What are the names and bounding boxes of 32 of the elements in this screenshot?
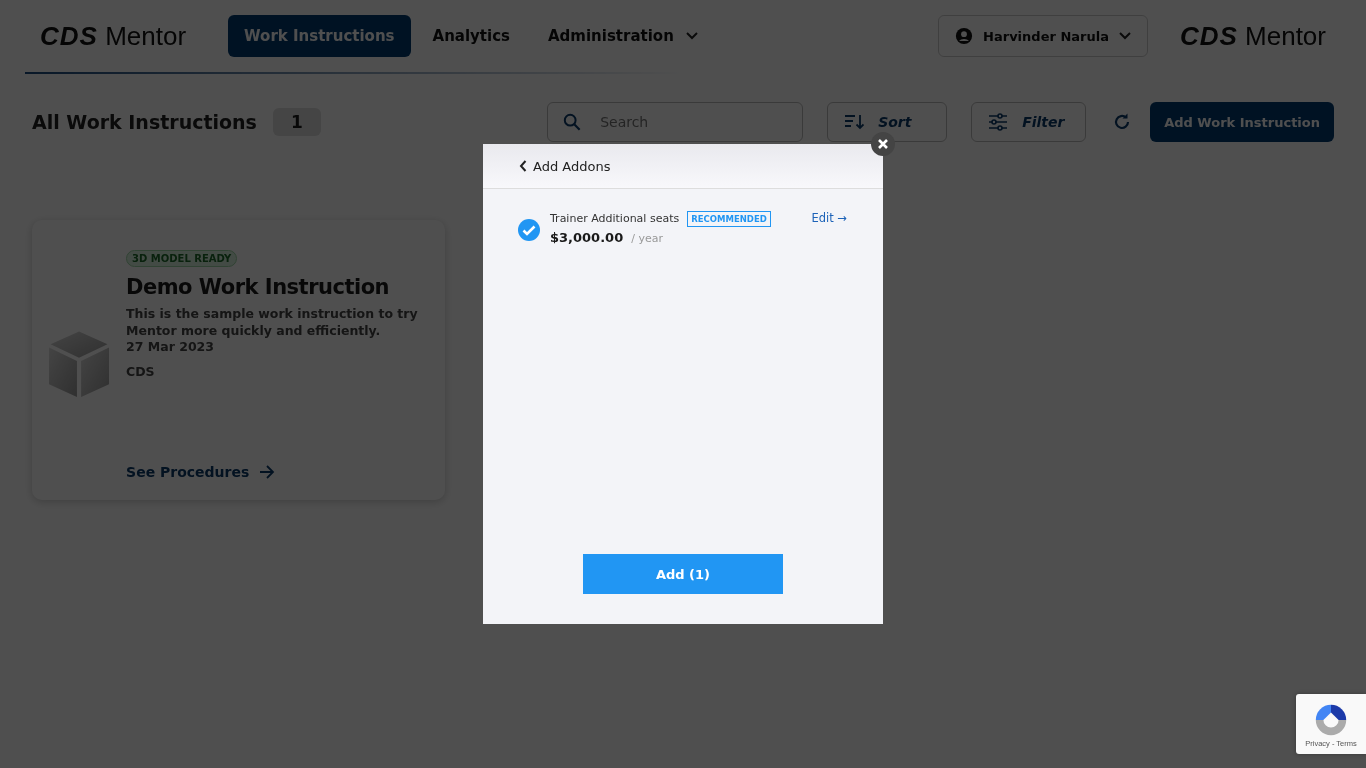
close-icon <box>877 138 889 150</box>
checkbox[interactable] <box>517 218 541 242</box>
edit-link[interactable]: Edit → <box>811 211 847 225</box>
logo: CDS Mentor <box>40 20 187 52</box>
filter-button[interactable]: Filter <box>971 102 1087 142</box>
nav-tab[interactable]: Analytics <box>416 15 526 57</box>
card-description: This is the sample work instruction to try Mentor more quickly and efficiently. <box>126 305 419 339</box>
card-title: Demo Work Instruction <box>126 275 389 299</box>
chevron-left-icon <box>519 160 527 172</box>
addon-price: $3,000.00 <box>550 230 624 245</box>
status-badge: 3D MODEL READY <box>126 250 238 267</box>
user-menu-button[interactable]: Harvinder Narula <box>938 15 1148 57</box>
nav-tab[interactable]: Work Instructions <box>228 15 411 57</box>
card-owner: CDS <box>126 364 155 379</box>
page-title: All Work Instructions <box>32 111 257 133</box>
caret-icon <box>1118 32 1131 40</box>
sort-button[interactable]: Sort <box>827 102 948 142</box>
see-procedures-link[interactable]: See Procedures <box>126 464 276 480</box>
back-button[interactable]: Add Addons <box>519 158 611 174</box>
price-period: / year <box>631 232 663 245</box>
add-work-instruction-button[interactable]: Add Work Instruction <box>1150 102 1334 142</box>
recommended-badge: RECOMMENDED <box>687 211 771 227</box>
sort-icon <box>844 114 865 130</box>
user-avatar-icon <box>955 27 974 45</box>
logo: CDS Mentor <box>1179 20 1326 52</box>
arrow-right-icon <box>259 465 276 479</box>
count-badge: 1 <box>272 108 321 136</box>
nav-tab[interactable]: Administration <box>532 15 714 57</box>
card-date: 27 Mar 2023 <box>126 339 214 354</box>
addon-name: Trainer Additional seats <box>550 212 680 225</box>
sliders-icon <box>988 113 1009 131</box>
add-button[interactable]: Add (1) <box>583 554 783 594</box>
